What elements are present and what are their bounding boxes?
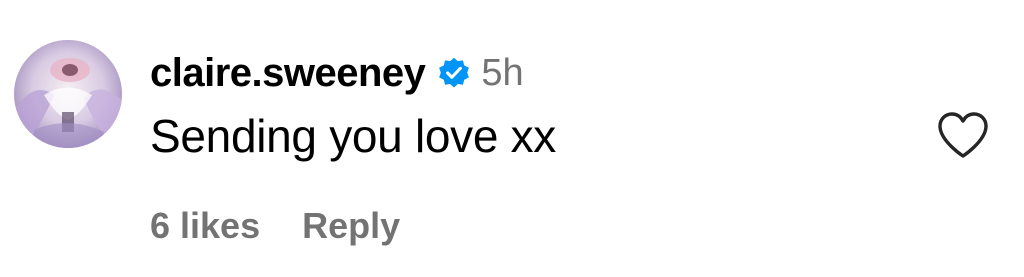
verified-badge-icon [437,56,471,90]
comment-actions: 6 likes Reply [150,203,442,249]
likes-count-button[interactable]: 6 likes [150,203,260,249]
reply-button[interactable]: Reply [302,203,400,249]
comment-body: claire.sweeney 5h Sending you love xx [150,46,904,166]
avatar-image [14,40,122,148]
comment-item: claire.sweeney 5h Sending you love xx 6 … [0,0,1024,277]
comment-text: Sending you love xx [150,110,557,162]
comment-header: claire.sweeney 5h [150,46,904,100]
heart-outline-icon[interactable] [936,110,990,160]
avatar[interactable] [14,40,122,148]
username-link[interactable]: claire.sweeney [150,46,426,100]
timestamp[interactable]: 5h [481,46,523,100]
